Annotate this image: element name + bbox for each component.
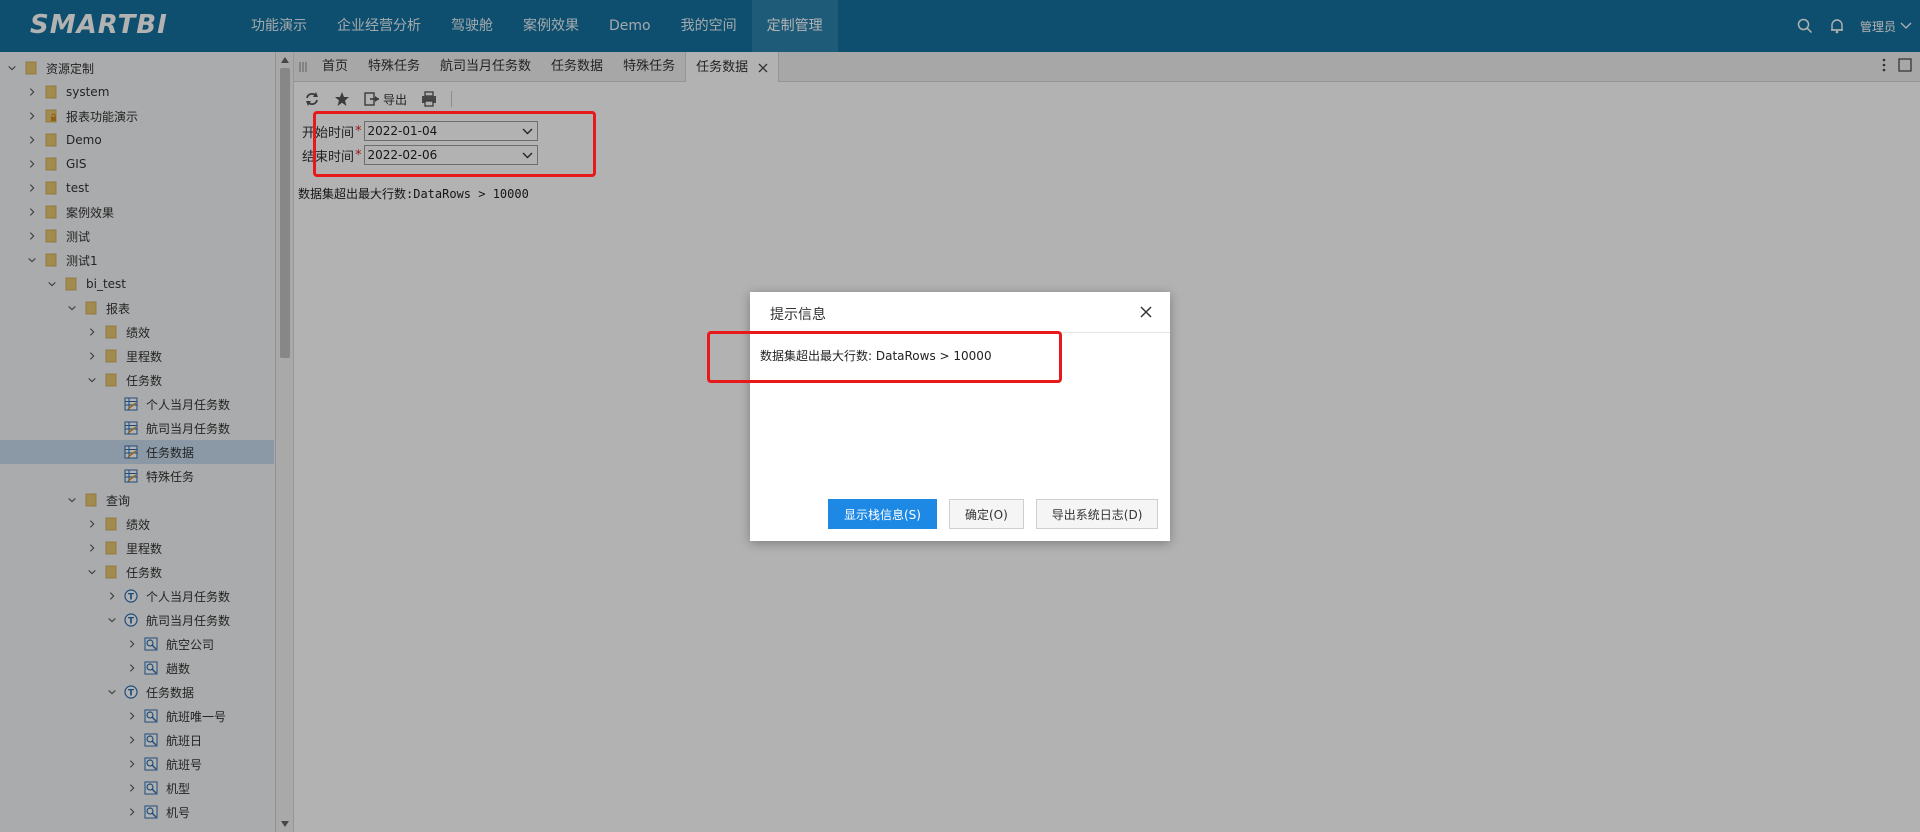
show-stack-button[interactable]: 显示栈信息(S) — [828, 499, 937, 529]
close-icon[interactable] — [1140, 306, 1152, 318]
dialog-message: 数据集超出最大行数: DataRows > 10000 — [760, 349, 992, 363]
dialog-header: 提示信息 — [750, 292, 1170, 333]
message-dialog: 提示信息 数据集超出最大行数: DataRows > 10000 显示栈信息(S… — [750, 292, 1170, 541]
dialog-title: 提示信息 — [770, 307, 826, 323]
export-log-button[interactable]: 导出系统日志(D) — [1035, 499, 1159, 529]
ok-button[interactable]: 确定(O) — [948, 499, 1024, 529]
dialog-buttons: 显示栈信息(S) 确定(O) 导出系统日志(D) — [828, 499, 1159, 529]
